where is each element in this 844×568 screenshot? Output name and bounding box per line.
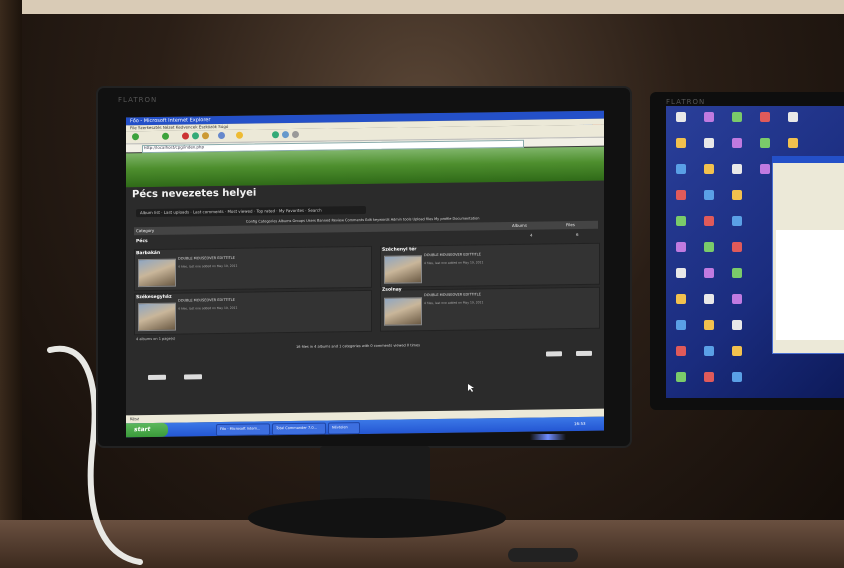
- desktop-shortcut-icon[interactable]: [760, 112, 770, 122]
- desktop-shortcut-icon[interactable]: [676, 242, 686, 252]
- computer-mouse: [508, 548, 578, 562]
- album-title[interactable]: Székesegyház: [136, 295, 172, 300]
- album-label: DOUBLE MOUSEOVER EDITTITLE: [424, 292, 481, 298]
- desktop-shortcut-icon[interactable]: [788, 112, 798, 122]
- browser-status: Kész: [130, 416, 140, 422]
- desktop-shortcut-icon[interactable]: [732, 346, 742, 356]
- desktop-shortcut-icon[interactable]: [788, 138, 798, 148]
- monitor-stand-base: [248, 498, 506, 538]
- desktop-shortcut-icon[interactable]: [704, 216, 714, 226]
- refresh-icon[interactable]: [192, 132, 199, 140]
- nav-last-comments[interactable]: Last comments: [193, 209, 224, 214]
- desktop-shortcut-icon[interactable]: [732, 138, 742, 148]
- window-controls: [574, 112, 602, 128]
- desktop-shortcut-icon[interactable]: [732, 112, 742, 122]
- desktop-shortcut-icon[interactable]: [676, 190, 686, 200]
- album-desc: 4 files, last one added on May 19, 2011: [178, 263, 238, 269]
- desktop-shortcut-icon[interactable]: [704, 164, 714, 174]
- desktop-shortcut-icon[interactable]: [732, 216, 742, 226]
- desktop-window-titlebar: [772, 156, 844, 163]
- header-files: Files: [566, 222, 575, 228]
- desktop-shortcut-icon[interactable]: [732, 320, 742, 330]
- history-icon[interactable]: [272, 131, 279, 139]
- desktop-shortcut-icon[interactable]: [704, 346, 714, 356]
- album-title[interactable]: Zsolnay: [382, 287, 402, 292]
- desktop-shortcut-icon[interactable]: [704, 138, 714, 148]
- pager-button[interactable]: [546, 351, 562, 357]
- desktop-shortcut-icon[interactable]: [760, 138, 770, 148]
- desktop-shortcut-icon[interactable]: [676, 112, 686, 122]
- monitor-screen: Főo - Microsoft Internet Explorer File S…: [126, 110, 604, 438]
- album-thumbnail[interactable]: [138, 258, 176, 288]
- desktop-shortcut-icon[interactable]: [732, 242, 742, 252]
- search-icon[interactable]: [218, 131, 225, 140]
- desktop-shortcut-icon[interactable]: [676, 320, 686, 330]
- album-title[interactable]: Széchenyi tér: [382, 247, 417, 252]
- album-title[interactable]: Barbakán: [136, 251, 160, 256]
- album-desc: 4 files, last one added on May 19, 2011: [424, 260, 484, 266]
- taskbar-item-label: Total Commander 7.0...: [276, 425, 317, 431]
- desktop-shortcut-icon[interactable]: [676, 164, 686, 174]
- taskbar-item-label: Névtelen: [332, 425, 348, 430]
- shelf-top: [0, 0, 844, 14]
- desktop-shortcut-icon[interactable]: [676, 372, 686, 382]
- desktop-window-panel: [776, 230, 844, 340]
- desktop-shortcut-icon[interactable]: [676, 268, 686, 278]
- album-thumbnail[interactable]: [384, 297, 422, 326]
- desktop-shortcut-icon[interactable]: [704, 242, 714, 252]
- desktop-shortcut-icon[interactable]: [704, 294, 714, 304]
- desktop-shortcut-icon[interactable]: [704, 320, 714, 330]
- album-label: DOUBLE MOUSEOVER EDITTITLE: [424, 252, 481, 258]
- desktop-shortcut-icon[interactable]: [732, 372, 742, 382]
- taskbar-clock: 16:53: [574, 420, 586, 427]
- pager-button[interactable]: [184, 374, 202, 380]
- desktop-shortcut-icon[interactable]: [676, 216, 686, 226]
- category-files-count: 6: [576, 232, 579, 238]
- desktop-shortcut-icon[interactable]: [676, 294, 686, 304]
- desktop-shortcut-icon[interactable]: [676, 138, 686, 148]
- album-label: DOUBLE MOUSEOVER EDITTITLE: [178, 297, 235, 303]
- nav-search[interactable]: Search: [308, 208, 322, 213]
- desktop-shortcut-icon[interactable]: [704, 190, 714, 200]
- album-desc: 4 files, last one added on May 19, 2011: [178, 305, 238, 311]
- address-text: http://localhost/cpg/index.php: [144, 144, 205, 151]
- header-category: Category: [136, 227, 155, 234]
- nav-album-list[interactable]: Album list: [140, 210, 160, 215]
- category-link[interactable]: Pécs: [136, 239, 148, 244]
- category-albums-count: 4: [530, 232, 533, 238]
- album-desc: 4 files, last one added on May 19, 2011: [424, 300, 484, 306]
- start-label: start: [134, 425, 151, 434]
- monitor-brand: FLATRON: [666, 98, 706, 106]
- desktop-shortcut-icon[interactable]: [732, 190, 742, 200]
- monitor-brand: FLATRON: [118, 96, 158, 104]
- nav-most-viewed[interactable]: Most viewed: [227, 209, 252, 214]
- power-led: [530, 434, 566, 440]
- forward-icon[interactable]: [162, 132, 169, 140]
- desktop-shortcut-icon[interactable]: [704, 372, 714, 382]
- home-icon[interactable]: [202, 132, 209, 140]
- pager-button[interactable]: [576, 350, 592, 357]
- desktop-shortcut-icon[interactable]: [732, 268, 742, 278]
- albums-count: 4 albums on 1 page(s): [136, 336, 176, 342]
- nav-top-rated[interactable]: Top rated: [256, 208, 275, 213]
- album-label: DOUBLE MOUSEOVER EDITTITLE: [178, 255, 235, 261]
- stop-icon[interactable]: [182, 132, 189, 140]
- header-albums: Albums: [512, 222, 527, 228]
- taskbar-item-label: Főo - Microsoft Intern...: [220, 426, 261, 432]
- nav-last-uploads[interactable]: Last uploads: [164, 209, 189, 214]
- desktop-shortcut-icon[interactable]: [760, 164, 770, 174]
- album-thumbnail[interactable]: [384, 255, 422, 284]
- desktop-shortcut-icon[interactable]: [732, 164, 742, 174]
- desktop-shortcut-icon[interactable]: [704, 112, 714, 122]
- desktop-shortcut-icon[interactable]: [676, 346, 686, 356]
- page-title: Pécs nevezetes helyei: [132, 187, 257, 201]
- album-thumbnail[interactable]: [138, 302, 176, 332]
- desktop-shortcut-icon[interactable]: [732, 294, 742, 304]
- desktop-shortcut-icon[interactable]: [704, 268, 714, 278]
- nav-my-favorites[interactable]: My Favorites: [279, 208, 304, 213]
- pager-button[interactable]: [148, 374, 166, 381]
- shelf-side: [0, 0, 22, 568]
- cursor-icon: [468, 384, 474, 392]
